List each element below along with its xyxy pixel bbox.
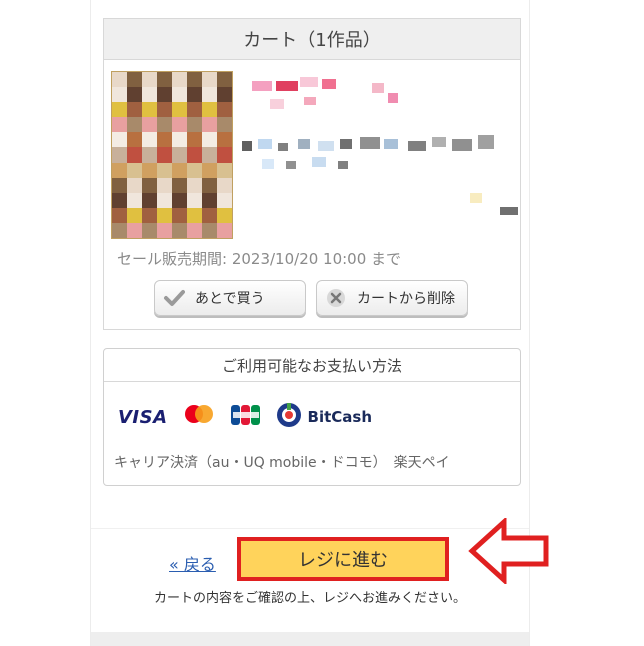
checkout-note: カートの内容をご確認の上、レジへお進みください。 — [153, 591, 466, 606]
check-icon — [163, 287, 185, 309]
bitcash-logo: BitCash — [276, 401, 372, 433]
bitcash-label: BitCash — [307, 408, 373, 426]
remove-from-cart-label: カートから削除 — [357, 291, 455, 307]
mastercard-icon — [182, 403, 216, 431]
product-title-pixelated[interactable] — [242, 69, 518, 215]
product-thumbnail[interactable] — [111, 71, 233, 239]
sale-period-text: セール販売期間: 2023/10/20 10:00 まで — [117, 250, 402, 268]
cart-panel: カート（1作品） セール販売期間: 2023/10/20 10:00 まで あと… — [103, 18, 521, 330]
arrow-left-icon — [468, 518, 549, 584]
buy-later-label: あとで買う — [195, 291, 265, 307]
bitcash-icon — [276, 401, 302, 433]
x-icon — [325, 287, 347, 309]
page-column: カート（1作品） セール販売期間: 2023/10/20 10:00 まで あと… — [90, 0, 530, 646]
cart-title: カート（1作品） — [104, 19, 520, 60]
cart-action-row: あとで買う カートから削除 — [154, 280, 468, 316]
payment-logos: VISA BitCash — [118, 401, 372, 433]
checkout-footer: « 戻る レジに進む カートの内容をご確認の上、レジへお進みください。 — [91, 528, 529, 629]
payment-methods-panel: ご利用可能なお支払い方法 VISA BitCash キャリア決済（au・UQ m… — [103, 348, 521, 486]
jcb-icon — [230, 403, 262, 431]
checkout-button[interactable]: レジに進む — [237, 537, 449, 581]
buy-later-button[interactable]: あとで買う — [154, 280, 306, 316]
remove-from-cart-button[interactable]: カートから削除 — [316, 280, 468, 316]
back-link[interactable]: « 戻る — [169, 551, 216, 575]
visa-logo: VISA — [118, 406, 168, 428]
payment-methods-title: ご利用可能なお支払い方法 — [104, 349, 520, 382]
bottom-bar — [91, 632, 529, 646]
carrier-payment-text: キャリア決済（au・UQ mobile・ドコモ） 楽天ペイ — [114, 455, 450, 471]
